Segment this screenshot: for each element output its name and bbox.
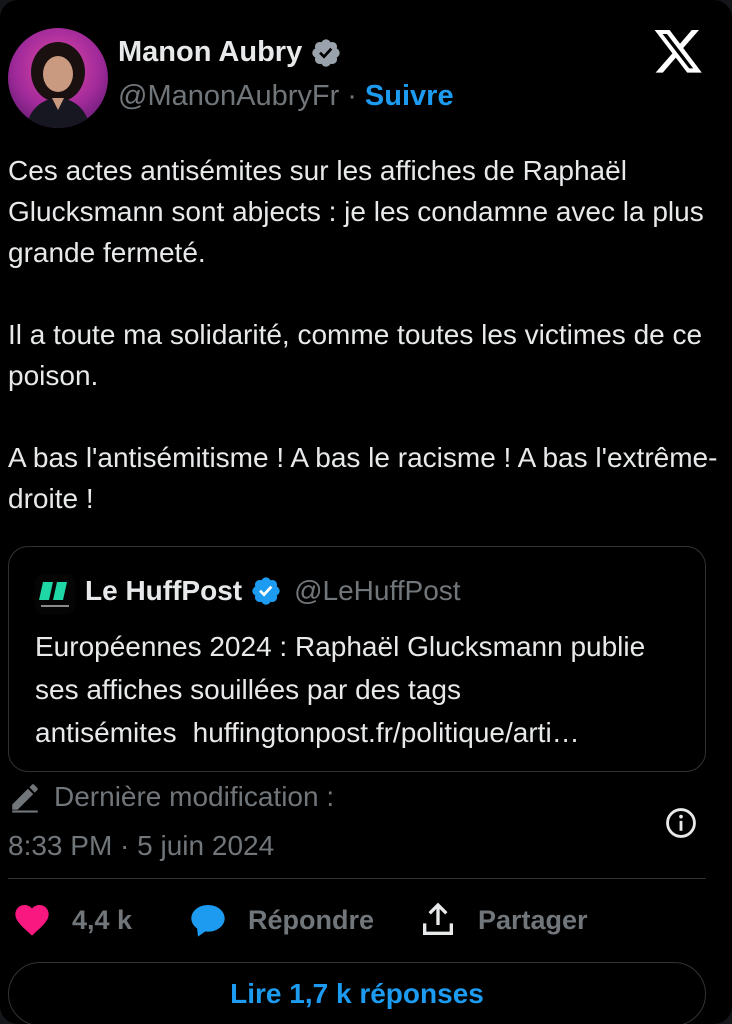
share-button[interactable]: Partager xyxy=(418,894,588,946)
quoted-link[interactable]: huffingtonpost.fr/politique/arti… xyxy=(193,717,580,748)
quoted-author-name: Le HuffPost xyxy=(85,575,243,606)
reply-label: Répondre xyxy=(248,904,375,935)
edit-info-row[interactable]: Dernière modification : xyxy=(8,780,334,814)
quoted-text: Européennes 2024 : Raphaël Glucksmann pu… xyxy=(35,625,685,754)
verified-icon xyxy=(252,577,280,605)
tweet-text: Ces actes antisémites sur les affiches d… xyxy=(8,150,718,519)
quoted-author-handle: @LeHuffPost xyxy=(294,575,461,606)
like-button[interactable]: 4,4 k xyxy=(12,894,132,946)
separator: · xyxy=(347,80,357,112)
pencil-icon xyxy=(12,784,38,813)
follow-button[interactable]: Suivre xyxy=(365,80,454,113)
author-handle[interactable]: @ManonAubryFr xyxy=(118,80,339,113)
quoted-tweet[interactable]: Le HuffPost @LeHuffPost Européennes 2024… xyxy=(8,546,706,772)
like-count: 4,4 k xyxy=(72,904,133,935)
tweet-paragraph-1: Ces actes antisémites sur les affiches d… xyxy=(8,155,704,268)
avatar[interactable] xyxy=(8,28,108,128)
share-label: Partager xyxy=(478,904,588,935)
divider xyxy=(8,878,706,879)
heart-icon xyxy=(15,905,49,936)
verified-icon xyxy=(312,38,340,67)
share-icon xyxy=(423,902,453,935)
author-name-row[interactable]: Manon Aubry xyxy=(118,36,342,69)
action-bar: 4,4 k Répondre Partager xyxy=(0,894,732,946)
read-replies-button[interactable]: Lire 1,7 k réponses xyxy=(8,962,706,1024)
tweet-paragraph-2: Il a toute ma solidarité, comme toutes l… xyxy=(8,319,703,391)
tweet-paragraph-3: A bas l'antisémitisme ! A bas le racisme… xyxy=(8,442,718,514)
info-icon[interactable] xyxy=(664,806,698,840)
reply-button[interactable]: Répondre xyxy=(188,894,374,946)
author-name[interactable]: Manon Aubry xyxy=(118,36,302,69)
quoted-author-row: Le HuffPost @LeHuffPost xyxy=(85,575,461,607)
edit-label: Dernière modification : xyxy=(54,781,335,812)
huffpost-logo-icon xyxy=(35,574,75,614)
tweet-card: Manon Aubry @ManonAubryFr · Suivre Ces a… xyxy=(0,0,732,1024)
timestamp[interactable]: 8:33 PM · 5 juin 2024 xyxy=(8,830,274,862)
author-handle-row: @ManonAubryFr · Suivre xyxy=(118,80,454,113)
x-logo-icon[interactable] xyxy=(654,30,702,74)
reply-icon xyxy=(191,905,225,937)
